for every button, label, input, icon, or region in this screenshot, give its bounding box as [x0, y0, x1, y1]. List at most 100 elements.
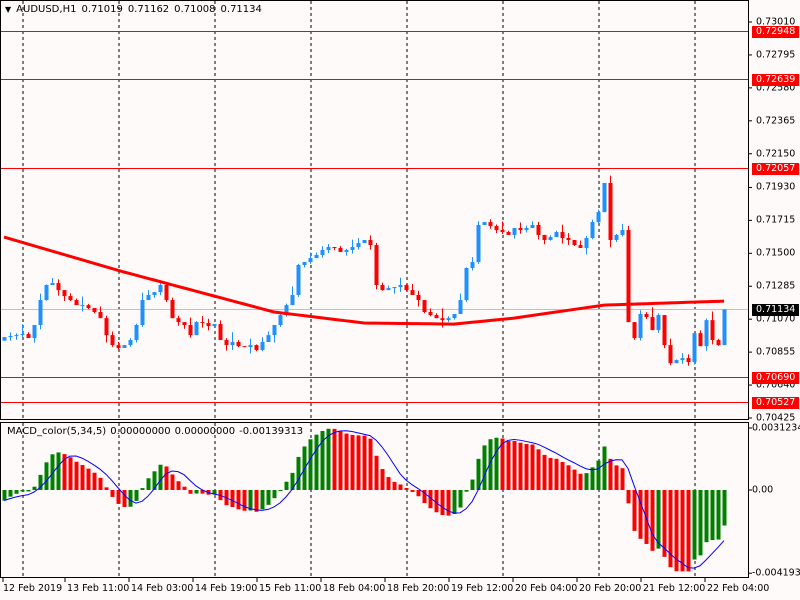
macd-bar-up: [464, 490, 469, 492]
macd-bar-down: [566, 465, 571, 490]
candle-bear: [224, 340, 229, 346]
price-axis-label: 0.72795: [756, 49, 796, 61]
macd-bar-down: [380, 469, 385, 490]
price-axis-label: 0.71715: [756, 214, 796, 226]
macd-bar-up: [278, 490, 283, 491]
macd-value-3: -0.00139313: [239, 426, 304, 437]
macd-bar-down: [650, 490, 655, 551]
candle-bear: [218, 324, 223, 341]
macd-bar-down: [512, 441, 517, 490]
candle-bear: [206, 323, 211, 327]
price-axis-label: 0.72150: [756, 148, 796, 160]
candle-bear: [26, 334, 31, 339]
macd-bar-up: [26, 490, 31, 492]
macd-bar-down: [176, 481, 181, 490]
candle-bull: [344, 249, 349, 252]
macd-bar-up: [20, 490, 25, 492]
macd-bar-up: [470, 479, 475, 490]
macd-bar-up: [158, 464, 163, 490]
candle-bull: [602, 183, 607, 213]
time-axis-label: 22 Feb 04:00: [707, 583, 770, 594]
macd-bar-down: [686, 490, 691, 572]
candle-bear: [200, 322, 205, 324]
macd-bar-down: [116, 490, 121, 504]
macd-bar-down: [110, 490, 115, 497]
candle-bear: [332, 247, 337, 249]
macd-bar-up: [326, 428, 331, 490]
candle-bull: [590, 222, 595, 238]
ohlc-close: 0.71134: [220, 4, 262, 15]
macd-bar-down: [230, 490, 235, 508]
macd-bar-up: [194, 490, 199, 494]
candle-bull: [158, 285, 163, 293]
macd-bar-down: [374, 455, 379, 490]
macd-bar-down: [680, 490, 685, 572]
candle-bull: [512, 228, 517, 235]
macd-bar-down: [332, 428, 337, 490]
candle-bear: [608, 183, 613, 240]
macd-bar-down: [398, 484, 403, 490]
collapse-triangle-icon[interactable]: ▼: [5, 5, 11, 14]
candle-bear: [662, 315, 667, 346]
candle-bear: [404, 285, 409, 291]
time-axis-label: 14 Feb 19:00: [195, 583, 258, 594]
candle-bear: [710, 320, 715, 341]
candle-bear: [422, 300, 427, 312]
candle-bear: [560, 232, 565, 238]
candle-bull: [638, 313, 643, 339]
macd-bar-up: [44, 462, 49, 490]
macd-bar-down: [386, 477, 391, 490]
macd-bar-up: [32, 486, 37, 490]
macd-bar-down: [344, 433, 349, 490]
macd-bar-up: [602, 446, 607, 490]
macd-bar-up: [716, 490, 721, 540]
candle-bear: [440, 318, 445, 321]
candle-bull: [248, 345, 253, 348]
macd-bar-down: [620, 468, 625, 490]
macd-bar-down: [392, 481, 397, 490]
candle-bear: [182, 322, 187, 326]
macd-bar-up: [314, 434, 319, 490]
horizontal-levels[interactable]: [1, 31, 748, 403]
candle-bull: [476, 224, 481, 263]
macd-bar-down: [410, 490, 415, 492]
macd-bar-down: [92, 472, 97, 490]
candle-bull: [356, 243, 361, 248]
candle-bull: [38, 300, 43, 326]
macd-bar-down: [614, 465, 619, 490]
macd-bar-down: [578, 473, 583, 490]
macd-bar-down: [80, 465, 85, 490]
macd-bar-down: [98, 477, 103, 490]
macd-bar-down: [188, 490, 193, 494]
macd-bar-up: [248, 490, 253, 511]
candle-bear: [716, 340, 721, 346]
macd-bar-down: [560, 462, 565, 490]
candle-bear: [644, 313, 649, 318]
macd-bar-down: [506, 440, 511, 490]
macd-bar-up: [8, 490, 13, 497]
candle-bull: [362, 239, 367, 244]
candle-bull: [152, 292, 157, 295]
candle-bear: [518, 228, 523, 231]
macd-bar-down: [638, 490, 643, 539]
candle-bull: [458, 300, 463, 314]
candle-bull: [692, 333, 697, 363]
candle-bear: [62, 290, 67, 297]
macd-bar-down: [572, 469, 577, 490]
macd-bar-up: [140, 488, 145, 490]
candle-bull: [326, 247, 331, 250]
price-axis-label: 0.71500: [756, 247, 796, 259]
candle-bear: [542, 234, 547, 240]
candle-bear: [170, 300, 175, 319]
level-price-label: 0.70690: [752, 371, 799, 384]
moving-average-line: [3, 235, 725, 326]
candle-bear: [56, 283, 61, 291]
candle-bull: [266, 335, 271, 343]
candle-bull: [134, 325, 139, 341]
macd-bar-up: [260, 490, 265, 510]
time-axis-label: 18 Feb 20:00: [387, 583, 450, 594]
macd-bar-down: [164, 466, 169, 490]
macd-bar-down: [626, 490, 631, 504]
macd-bar-down: [632, 490, 637, 531]
chart-canvas[interactable]: [0, 0, 800, 600]
